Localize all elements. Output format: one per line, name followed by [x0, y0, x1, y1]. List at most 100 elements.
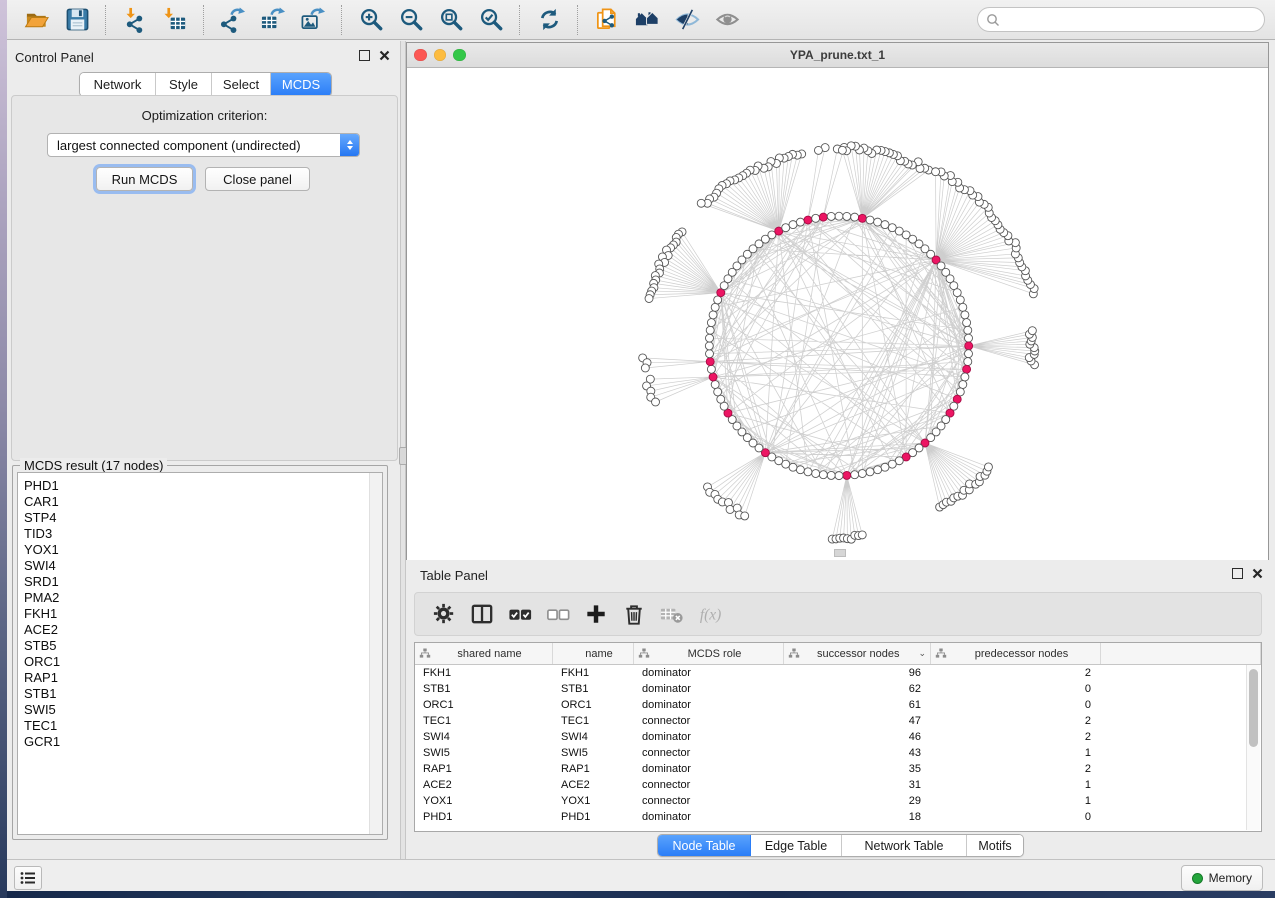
gear-button[interactable]: [429, 599, 459, 629]
network-node[interactable]: [959, 381, 967, 389]
mcds-hub-node[interactable]: [963, 365, 971, 373]
tab-motifs[interactable]: Motifs: [967, 835, 1023, 856]
network-node[interactable]: [965, 350, 973, 358]
run-mcds-button[interactable]: Run MCDS: [96, 167, 193, 191]
search-input[interactable]: [1000, 12, 1256, 28]
close-panel-button[interactable]: Close panel: [205, 167, 310, 191]
network-node[interactable]: [796, 466, 804, 474]
mcds-hub-node[interactable]: [804, 216, 812, 224]
mcds-hub-node[interactable]: [965, 342, 973, 350]
network-node[interactable]: [711, 303, 719, 311]
network-node[interactable]: [956, 388, 964, 396]
table-row[interactable]: SWI5SWI5connector431: [415, 745, 1261, 761]
network-node[interactable]: [963, 319, 971, 327]
satellite-node[interactable]: [858, 531, 866, 539]
close-panel-icon[interactable]: [379, 50, 390, 61]
satellite-node[interactable]: [741, 512, 749, 520]
network-node[interactable]: [964, 326, 972, 334]
mcds-result-item[interactable]: SRD1: [18, 574, 382, 590]
network-node[interactable]: [953, 289, 961, 297]
network-node[interactable]: [782, 224, 790, 232]
network-node[interactable]: [711, 381, 719, 389]
mcds-result-item[interactable]: SWI4: [18, 558, 382, 574]
network-node[interactable]: [812, 214, 820, 222]
import-network-button[interactable]: [118, 3, 152, 37]
mcds-hub-node[interactable]: [709, 373, 717, 381]
network-node[interactable]: [881, 221, 889, 229]
export-table-button[interactable]: [256, 3, 290, 37]
network-node[interactable]: [709, 311, 717, 319]
network-node[interactable]: [812, 470, 820, 478]
network-node[interactable]: [717, 395, 725, 403]
network-node[interactable]: [874, 218, 882, 226]
network-node[interactable]: [843, 212, 851, 220]
network-node[interactable]: [705, 342, 713, 350]
mcds-result-item[interactable]: CAR1: [18, 494, 382, 510]
mcds-result-item[interactable]: TID3: [18, 526, 382, 542]
column-menu-icon[interactable]: ⌄: [918, 648, 926, 659]
tab-node-table[interactable]: Node Table: [658, 835, 751, 856]
eye-disabled-button[interactable]: [710, 3, 744, 37]
table-scrollbar-thumb[interactable]: [1249, 669, 1258, 747]
add-button[interactable]: [581, 599, 611, 629]
mcds-hub-node[interactable]: [819, 213, 827, 221]
show-hide-button[interactable]: [670, 3, 704, 37]
network-canvas[interactable]: [407, 68, 1268, 560]
network-node[interactable]: [796, 218, 804, 226]
mcds-result-item[interactable]: ORC1: [18, 654, 382, 670]
tab-style[interactable]: Style: [156, 73, 212, 96]
network-node[interactable]: [706, 334, 714, 342]
network-node[interactable]: [827, 471, 835, 479]
mcds-result-item[interactable]: YOX1: [18, 542, 382, 558]
table-row[interactable]: SWI4SWI4dominator462: [415, 729, 1261, 745]
network-node[interactable]: [858, 470, 866, 478]
network-node[interactable]: [835, 472, 843, 480]
satellite-node[interactable]: [814, 146, 822, 154]
column-header-name[interactable]: name: [553, 643, 634, 664]
table-row[interactable]: TEC1TEC1connector472: [415, 713, 1261, 729]
export-image-button[interactable]: [296, 3, 330, 37]
column-header-predecessor-nodes[interactable]: predecessor nodes: [931, 643, 1101, 664]
network-node[interactable]: [706, 326, 714, 334]
delete-button[interactable]: [619, 599, 649, 629]
table-row[interactable]: RAP1RAP1dominator352: [415, 761, 1261, 777]
network-node[interactable]: [956, 296, 964, 304]
table-row[interactable]: YOX1YOX1connector291: [415, 793, 1261, 809]
table-row[interactable]: FKH1FKH1dominator962: [415, 665, 1261, 681]
mcds-result-item[interactable]: SWI5: [18, 702, 382, 718]
table-row[interactable]: STB1STB1dominator620: [415, 681, 1261, 697]
columns-button[interactable]: [467, 599, 497, 629]
mcds-result-item[interactable]: RAP1: [18, 670, 382, 686]
satellite-node[interactable]: [652, 398, 660, 406]
network-node[interactable]: [789, 221, 797, 229]
zoom-selected-button[interactable]: [474, 3, 508, 37]
zoom-in-button[interactable]: [354, 3, 388, 37]
column-header-shared-name[interactable]: shared name: [415, 643, 553, 664]
network-node[interactable]: [874, 466, 882, 474]
mcds-result-item[interactable]: GCR1: [18, 734, 382, 750]
network-node[interactable]: [866, 216, 874, 224]
network-node[interactable]: [961, 373, 969, 381]
satellite-node[interactable]: [697, 199, 705, 207]
satellite-node[interactable]: [984, 463, 992, 471]
mcds-list-scrollbar[interactable]: [369, 473, 382, 834]
satellite-node[interactable]: [932, 168, 940, 176]
satellite-node[interactable]: [726, 505, 734, 513]
network-node[interactable]: [881, 463, 889, 471]
share-document-button[interactable]: [590, 3, 624, 37]
tab-select[interactable]: Select: [212, 73, 271, 96]
export-network-button[interactable]: [216, 3, 250, 37]
network-node[interactable]: [714, 296, 722, 304]
optimization-criterion-select[interactable]: largest connected component (undirected): [47, 133, 360, 157]
mcds-hub-node[interactable]: [858, 214, 866, 222]
split-divider-chip[interactable]: [834, 549, 846, 557]
table-row[interactable]: ORC1ORC1dominator610: [415, 697, 1261, 713]
task-history-button[interactable]: [14, 866, 42, 890]
network-node[interactable]: [888, 460, 896, 468]
close-table-panel-icon[interactable]: [1252, 568, 1263, 579]
network-node[interactable]: [706, 350, 714, 358]
mcds-result-item[interactable]: STB1: [18, 686, 382, 702]
tab-network-table[interactable]: Network Table: [842, 835, 967, 856]
save-button[interactable]: [60, 3, 94, 37]
network-node[interactable]: [964, 358, 972, 366]
